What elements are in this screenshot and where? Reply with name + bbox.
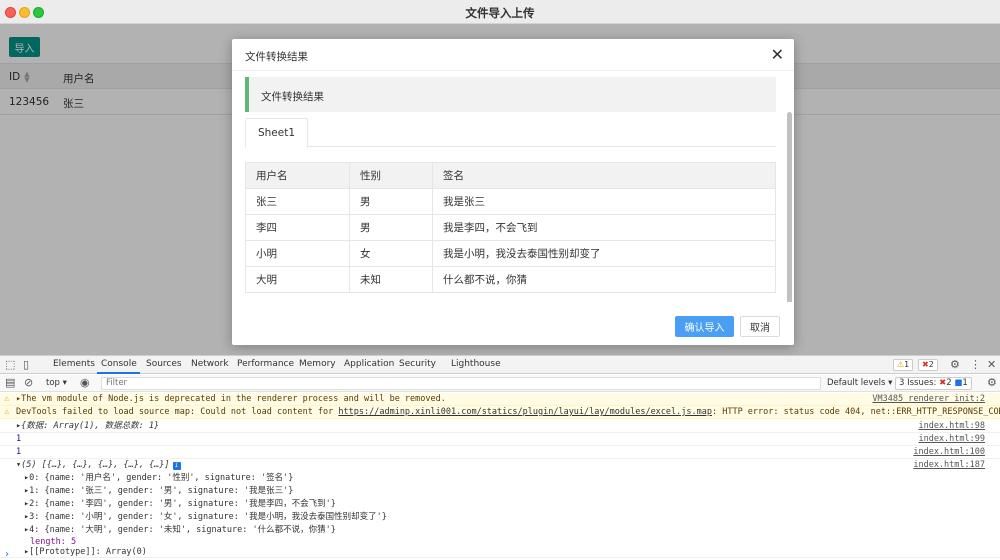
- tab-console[interactable]: Console: [101, 359, 137, 369]
- array-item[interactable]: ▸1: {name: '张三', gender: '男', signature:…: [0, 485, 1000, 498]
- window-title: 文件导入上传: [465, 6, 535, 20]
- tab-elements[interactable]: Elements: [53, 359, 95, 369]
- source-link[interactable]: index.html:98: [918, 420, 985, 433]
- table-cell: 大明: [245, 266, 350, 293]
- filter-input[interactable]: Filter: [101, 377, 821, 390]
- modal-footer: 确认导入 取消: [232, 311, 794, 345]
- close-icon[interactable]: ✕: [771, 45, 784, 64]
- column-header: 用户名: [245, 162, 350, 189]
- source-link[interactable]: index.html:100: [913, 446, 985, 459]
- console-log: 1 index.html:99: [0, 433, 1000, 446]
- console-warning: ⚠ ▸The vm module of Node.js is deprecate…: [0, 393, 1000, 406]
- modal-header: 文件转换结果 ✕: [232, 39, 794, 71]
- log-levels-select[interactable]: Default levels ▾: [827, 378, 892, 388]
- tab-lighthouse[interactable]: Lighthouse: [451, 359, 501, 369]
- eye-icon[interactable]: ◉: [80, 376, 90, 389]
- gear-icon[interactable]: ⚙: [950, 358, 960, 371]
- modal-title: 文件转换结果: [245, 51, 308, 63]
- tab-security[interactable]: Security: [399, 359, 436, 369]
- context-select[interactable]: top ▾: [46, 378, 67, 388]
- result-quote-block: 文件转换结果: [245, 77, 776, 112]
- table-cell: 我是李四，不会飞到: [432, 214, 776, 241]
- sheet-table: 用户名 性别 签名 张三 男 我是张三 李四 男 我是李四，不会飞到 小明 女 …: [245, 162, 776, 293]
- console-output: ⚠ ▸The vm module of Node.js is deprecate…: [0, 393, 1000, 560]
- array-item[interactable]: ▸2: {name: '李四', gender: '男', signature:…: [0, 498, 1000, 511]
- tab-performance[interactable]: Performance: [237, 359, 294, 369]
- tab-memory[interactable]: Memory: [299, 359, 336, 369]
- clear-console-icon[interactable]: ⊘: [24, 376, 33, 389]
- tab-sheet1[interactable]: Sheet1: [245, 118, 308, 148]
- warning-icon: ⚠: [4, 394, 10, 404]
- sidebar-toggle-icon[interactable]: ▤: [5, 376, 15, 389]
- table-cell: 小明: [245, 240, 350, 267]
- tab-network[interactable]: Network: [191, 359, 229, 369]
- console-prompt[interactable]: ›: [4, 549, 10, 560]
- more-options-icon[interactable]: ⋮: [970, 358, 981, 371]
- source-link[interactable]: index.html:187: [913, 459, 985, 472]
- issues-button[interactable]: 3 Issues: ✖2 ■1: [895, 377, 972, 390]
- error-count-badge[interactable]: ✖2: [918, 359, 938, 371]
- console-toolbar: ▤ ⊘ top ▾ ◉ Filter Default levels ▾ 3 Is…: [0, 375, 1000, 392]
- table-row: 小明 女 我是小明，我没去泰国性别却变了: [245, 240, 776, 267]
- devtools-panel: ⬚ ▯ Elements Console Sources Network Per…: [0, 355, 1000, 560]
- inspect-element-icon[interactable]: ⬚: [5, 358, 15, 371]
- table-cell: 李四: [245, 214, 350, 241]
- source-link[interactable]: index.html:99: [918, 433, 985, 446]
- table-cell: 张三: [245, 188, 350, 215]
- array-item[interactable]: ▸0: {name: '用户名', gender: '性别', signatur…: [0, 472, 1000, 485]
- table-cell: 女: [349, 240, 433, 267]
- table-header-row: 用户名 性别 签名: [245, 162, 776, 189]
- gear-icon[interactable]: ⚙: [987, 376, 997, 389]
- column-header: 性别: [349, 162, 433, 189]
- tab-sources[interactable]: Sources: [146, 359, 182, 369]
- array-item[interactable]: ▸3: {name: '小明', gender: '女', signature:…: [0, 511, 1000, 524]
- modal-scrollbar[interactable]: [787, 112, 792, 302]
- source-link[interactable]: VM3485 renderer_init:2: [872, 393, 985, 406]
- console-array-log: ▾(5) [{…}, {…}, {…}, {…}, {…}] i index.ht…: [16, 459, 985, 472]
- table-row: 张三 男 我是张三: [245, 188, 776, 215]
- array-prototype[interactable]: ▸[[Prototype]]: Array(0): [0, 547, 1000, 558]
- console-warning: ⚠ DevTools failed to load source map: Co…: [0, 406, 1000, 419]
- sheet-tabbar: Sheet1: [245, 118, 776, 148]
- active-tab-indicator: [97, 372, 140, 374]
- warning-count-badge[interactable]: ⚠1: [893, 359, 914, 371]
- conversion-result-modal: 文件转换结果 ✕ 文件转换结果 Sheet1 用户名 性别 签名 张三 男 我是…: [232, 39, 794, 345]
- warning-icon: ⚠: [4, 407, 10, 417]
- chevron-down-icon: ▾: [888, 378, 893, 388]
- table-cell: 男: [349, 188, 433, 215]
- table-row: 李四 男 我是李四，不会飞到: [245, 214, 776, 241]
- chevron-down-icon: ▾: [62, 378, 67, 388]
- devtools-tabbar: ⬚ ▯ Elements Console Sources Network Per…: [0, 356, 1000, 374]
- table-row: 大明 未知 什么都不说，你猜: [245, 266, 776, 293]
- table-cell: 我是小明，我没去泰国性别却变了: [432, 240, 776, 267]
- cancel-button[interactable]: 取消: [740, 316, 780, 337]
- window-titlebar: 文件导入上传: [0, 0, 1000, 24]
- modal-body: 文件转换结果 Sheet1 用户名 性别 签名 张三 男 我是张三 李四 男 我…: [232, 72, 794, 302]
- error-icon: ✖: [922, 360, 929, 369]
- device-toolbar-icon[interactable]: ▯: [23, 358, 29, 371]
- source-map-link[interactable]: https://adminp.xinli001.com/statics/plug…: [338, 407, 712, 417]
- confirm-import-button[interactable]: 确认导入: [675, 316, 734, 337]
- console-log: 1 index.html:100: [0, 446, 1000, 459]
- console-log: ▸{数据: Array(1), 数据总数: 1} index.html:98: [0, 420, 1000, 433]
- array-item[interactable]: ▸4: {name: '大明', gender: '未知', signature…: [0, 524, 1000, 537]
- quote-text: 文件转换结果: [261, 91, 324, 103]
- table-cell: 男: [349, 214, 433, 241]
- close-icon[interactable]: ✕: [987, 358, 996, 371]
- tab-application[interactable]: Application: [344, 359, 394, 369]
- column-header: 签名: [432, 162, 776, 189]
- table-cell: 未知: [349, 266, 433, 293]
- info-icon: i: [172, 462, 181, 470]
- table-cell: 我是张三: [432, 188, 776, 215]
- table-cell: 什么都不说，你猜: [432, 266, 776, 293]
